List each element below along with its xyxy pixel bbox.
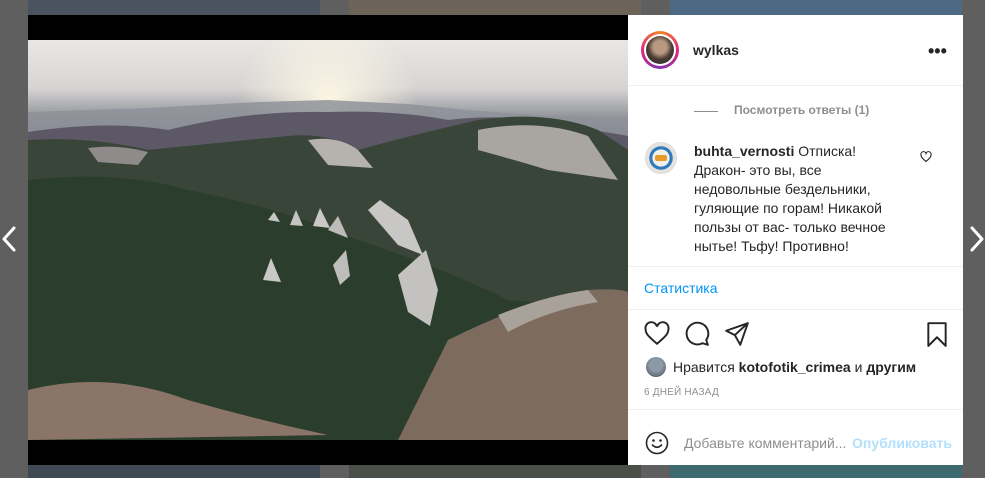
post-header: wylkas •••	[628, 15, 963, 86]
background-post-tile	[670, 0, 962, 15]
view-replies-label: Посмотреть ответы (1)	[734, 103, 870, 117]
author-username[interactable]: wylkas	[693, 42, 739, 58]
chevron-left-icon	[2, 226, 16, 252]
divider	[628, 409, 963, 410]
comment-like-button[interactable]	[920, 150, 932, 168]
likes-text: Нравится kotofotik_crimea и другим	[673, 359, 916, 375]
emoji-button[interactable]	[645, 431, 669, 460]
comment-body: buhta_vernosti Отписка! Дракон- это вы, …	[694, 142, 904, 256]
background-post-tile	[670, 465, 962, 478]
next-post-button[interactable]	[968, 226, 985, 257]
save-button[interactable]	[924, 321, 950, 352]
commenter-avatar[interactable]	[645, 142, 677, 174]
comment-icon	[685, 321, 710, 346]
divider	[628, 309, 963, 310]
liker-avatar[interactable]	[646, 357, 666, 377]
divider	[628, 266, 963, 267]
comment-text: Отписка! Дракон- это вы, все недовольные…	[694, 143, 886, 254]
likes-others-link[interactable]: другим	[866, 359, 916, 375]
smiley-icon	[645, 431, 669, 455]
comment-input[interactable]: Добавьте комментарий...	[684, 435, 846, 451]
post-media[interactable]	[28, 15, 628, 465]
background-post-tile	[28, 0, 320, 15]
bookmark-icon	[927, 322, 947, 347]
comment-button[interactable]	[684, 321, 710, 352]
heart-icon	[644, 321, 670, 346]
background-post-tile	[349, 465, 641, 478]
statistics-link[interactable]: Статистика	[644, 280, 718, 296]
add-comment-bar: Добавьте комментарий... Опубликовать	[628, 420, 963, 465]
publish-button[interactable]: Опубликовать	[852, 435, 952, 451]
share-button[interactable]	[724, 321, 750, 352]
liker-username[interactable]: kotofotik_crimea	[739, 359, 851, 375]
background-post-tile	[349, 0, 641, 15]
heart-icon	[920, 151, 932, 163]
post-photo	[28, 40, 628, 440]
commenter-username[interactable]: buhta_vernosti	[694, 143, 794, 159]
replies-divider	[694, 111, 718, 112]
previous-post-button[interactable]	[0, 226, 18, 257]
more-options-button[interactable]: •••	[928, 41, 947, 62]
like-button[interactable]	[644, 321, 670, 352]
chevron-right-icon	[970, 226, 984, 252]
author-avatar[interactable]	[641, 31, 679, 69]
paper-plane-icon	[725, 322, 749, 346]
post-details-panel: wylkas ••• Посмотреть ответы (1) buhta_v…	[628, 15, 963, 465]
likes-and: и	[854, 359, 863, 375]
likes-prefix: Нравится	[673, 359, 735, 375]
background-post-tile	[28, 465, 320, 478]
post-date[interactable]: 6 ДНЕЙ НАЗАД	[644, 387, 719, 398]
